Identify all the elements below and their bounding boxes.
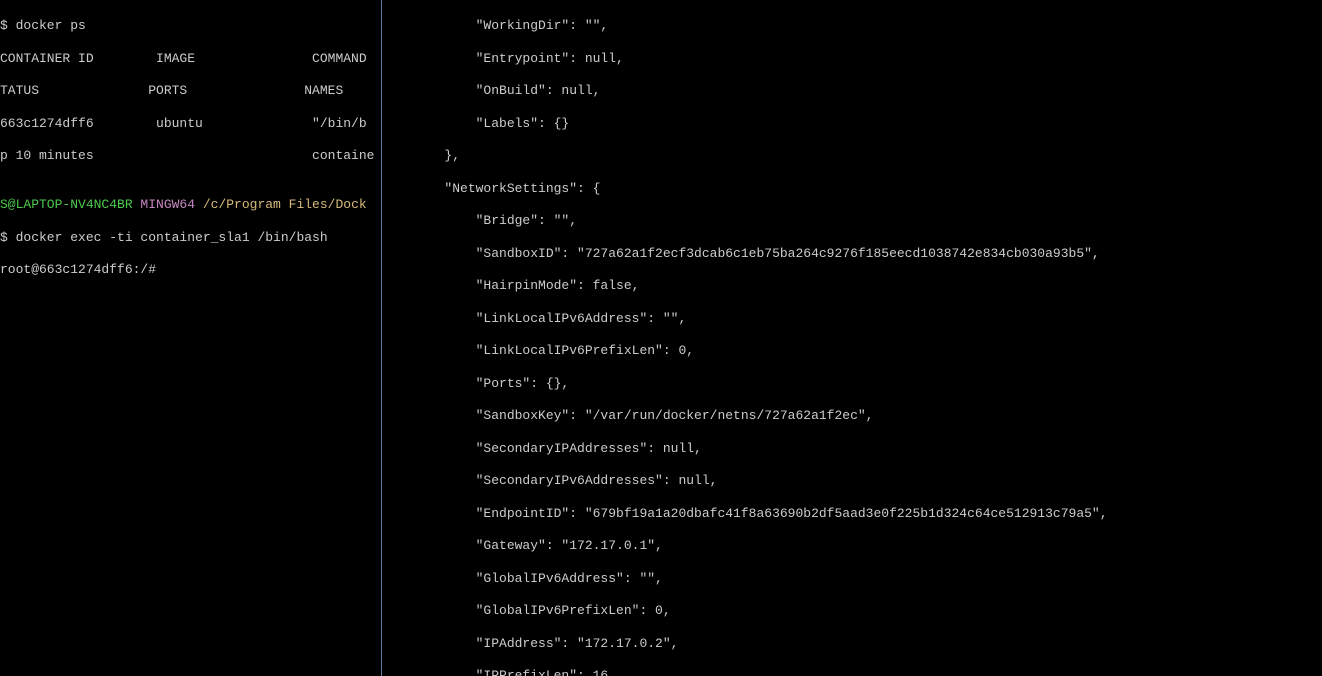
json-line: "LinkLocalIPv6PrefixLen": 0, (382, 343, 1322, 359)
json-line: "SandboxID": "727a62a1f2ecf3dcab6c1eb75b… (382, 246, 1322, 262)
cmd-docker-exec: $ docker exec -ti container_sla1 /bin/ba… (0, 230, 381, 246)
json-line: "SecondaryIPv6Addresses": null, (382, 473, 1322, 489)
prompt-user-host: S@LAPTOP-NV4NC4BR (0, 197, 133, 212)
json-line: "IPPrefixLen": 16, (382, 668, 1322, 676)
json-line: "OnBuild": null, (382, 83, 1322, 99)
json-line: "GlobalIPv6PrefixLen": 0, (382, 603, 1322, 619)
json-line: "Bridge": "", (382, 213, 1322, 229)
prompt-path: /c/Program Files/Dock (203, 197, 367, 212)
json-line: }, (382, 148, 1322, 164)
prompt-env: MINGW64 (133, 197, 203, 212)
json-line: "EndpointID": "679bf19a1a20dbafc41f8a636… (382, 506, 1322, 522)
cmd-docker-ps: $ docker ps (0, 18, 381, 34)
json-line: "HairpinMode": false, (382, 278, 1322, 294)
container-shell-prompt[interactable]: root@663c1274dff6:/# (0, 262, 381, 278)
json-line: "Labels": {} (382, 116, 1322, 132)
json-line: "Gateway": "172.17.0.1", (382, 538, 1322, 554)
json-line: "SandboxKey": "/var/run/docker/netns/727… (382, 408, 1322, 424)
json-line: "IPAddress": "172.17.0.2", (382, 636, 1322, 652)
json-line: "WorkingDir": "", (382, 18, 1322, 34)
json-line: "Entrypoint": null, (382, 51, 1322, 67)
ps-row-2: p 10 minutes containe (0, 148, 381, 164)
shell-prompt-line: S@LAPTOP-NV4NC4BR MINGW64 /c/Program Fil… (0, 197, 381, 213)
json-key-networksettings: "NetworkSettings": { (382, 181, 1322, 197)
ps-header-2: TATUS PORTS NAMES (0, 83, 381, 99)
ps-row: 663c1274dff6 ubuntu "/bin/b (0, 116, 381, 132)
json-line: "LinkLocalIPv6Address": "", (382, 311, 1322, 327)
right-terminal-pane[interactable]: "WorkingDir": "", "Entrypoint": null, "O… (382, 0, 1322, 676)
json-line: "SecondaryIPAddresses": null, (382, 441, 1322, 457)
left-terminal-pane[interactable]: $ docker ps CONTAINER ID IMAGE COMMAND T… (0, 0, 382, 676)
json-line: "Ports": {}, (382, 376, 1322, 392)
json-line: "GlobalIPv6Address": "", (382, 571, 1322, 587)
ps-header: CONTAINER ID IMAGE COMMAND (0, 51, 381, 67)
